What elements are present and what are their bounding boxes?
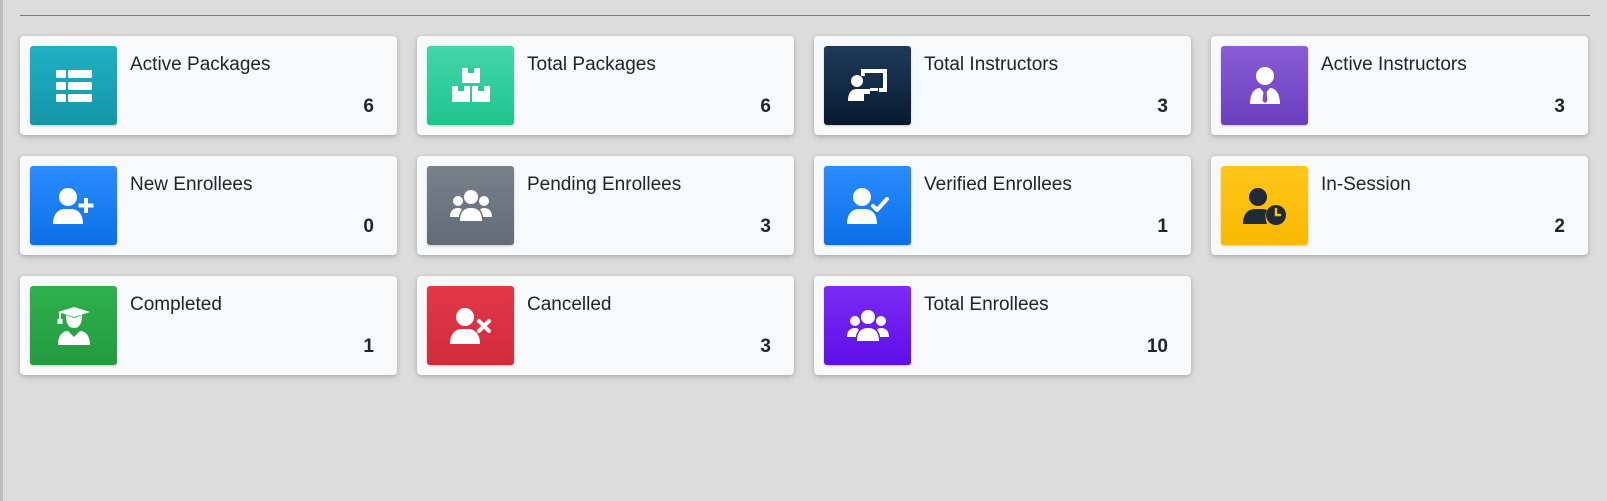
card-value: 3 <box>760 336 771 357</box>
card-label: New Enrollees <box>130 174 253 195</box>
card-value: 0 <box>363 216 374 237</box>
card-label: Total Enrollees <box>924 294 1049 315</box>
user-clock-icon <box>1221 166 1308 245</box>
dashboard-page: Active Packages 6 Total Packages 6 Total… <box>0 0 1607 501</box>
card-cancelled[interactable]: Cancelled 3 <box>417 276 794 375</box>
card-in-session[interactable]: In-Session 2 <box>1211 156 1588 255</box>
user-times-icon <box>427 286 514 365</box>
user-check-icon <box>824 166 911 245</box>
card-value: 6 <box>760 96 771 117</box>
card-label: Completed <box>130 294 222 315</box>
card-total-instructors[interactable]: Total Instructors 3 <box>814 36 1191 135</box>
users-icon <box>427 166 514 245</box>
card-label: Active Packages <box>130 54 271 75</box>
card-label: Cancelled <box>527 294 612 315</box>
stats-grid: Active Packages 6 Total Packages 6 Total… <box>20 36 1588 375</box>
card-value: 2 <box>1554 216 1565 237</box>
card-label: Verified Enrollees <box>924 174 1072 195</box>
card-value: 1 <box>1157 216 1168 237</box>
card-value: 3 <box>1157 96 1168 117</box>
card-value: 3 <box>760 216 771 237</box>
card-total-packages[interactable]: Total Packages 6 <box>417 36 794 135</box>
card-active-packages[interactable]: Active Packages 6 <box>20 36 397 135</box>
card-value: 3 <box>1554 96 1565 117</box>
card-new-enrollees[interactable]: New Enrollees 0 <box>20 156 397 255</box>
card-pending-enrollees[interactable]: Pending Enrollees 3 <box>417 156 794 255</box>
list-icon <box>30 46 117 125</box>
boxes-icon <box>427 46 514 125</box>
user-plus-icon <box>30 166 117 245</box>
card-value: 1 <box>363 336 374 357</box>
users-icon <box>824 286 911 365</box>
card-completed[interactable]: Completed 1 <box>20 276 397 375</box>
left-edge <box>0 0 3 501</box>
chalkboard-teacher-icon <box>824 46 911 125</box>
card-active-instructors[interactable]: Active Instructors 3 <box>1211 36 1588 135</box>
card-value: 10 <box>1146 336 1168 357</box>
top-divider <box>20 15 1590 16</box>
card-label: Total Packages <box>527 54 656 75</box>
card-label: Pending Enrollees <box>527 174 682 195</box>
card-total-enrollees[interactable]: Total Enrollees 10 <box>814 276 1191 375</box>
card-value: 6 <box>363 96 374 117</box>
card-label: Total Instructors <box>924 54 1059 75</box>
card-verified-enrollees[interactable]: Verified Enrollees 1 <box>814 156 1191 255</box>
user-tie-icon <box>1221 46 1308 125</box>
card-label: Active Instructors <box>1321 54 1467 75</box>
card-label: In-Session <box>1321 174 1411 195</box>
user-graduate-icon <box>30 286 117 365</box>
